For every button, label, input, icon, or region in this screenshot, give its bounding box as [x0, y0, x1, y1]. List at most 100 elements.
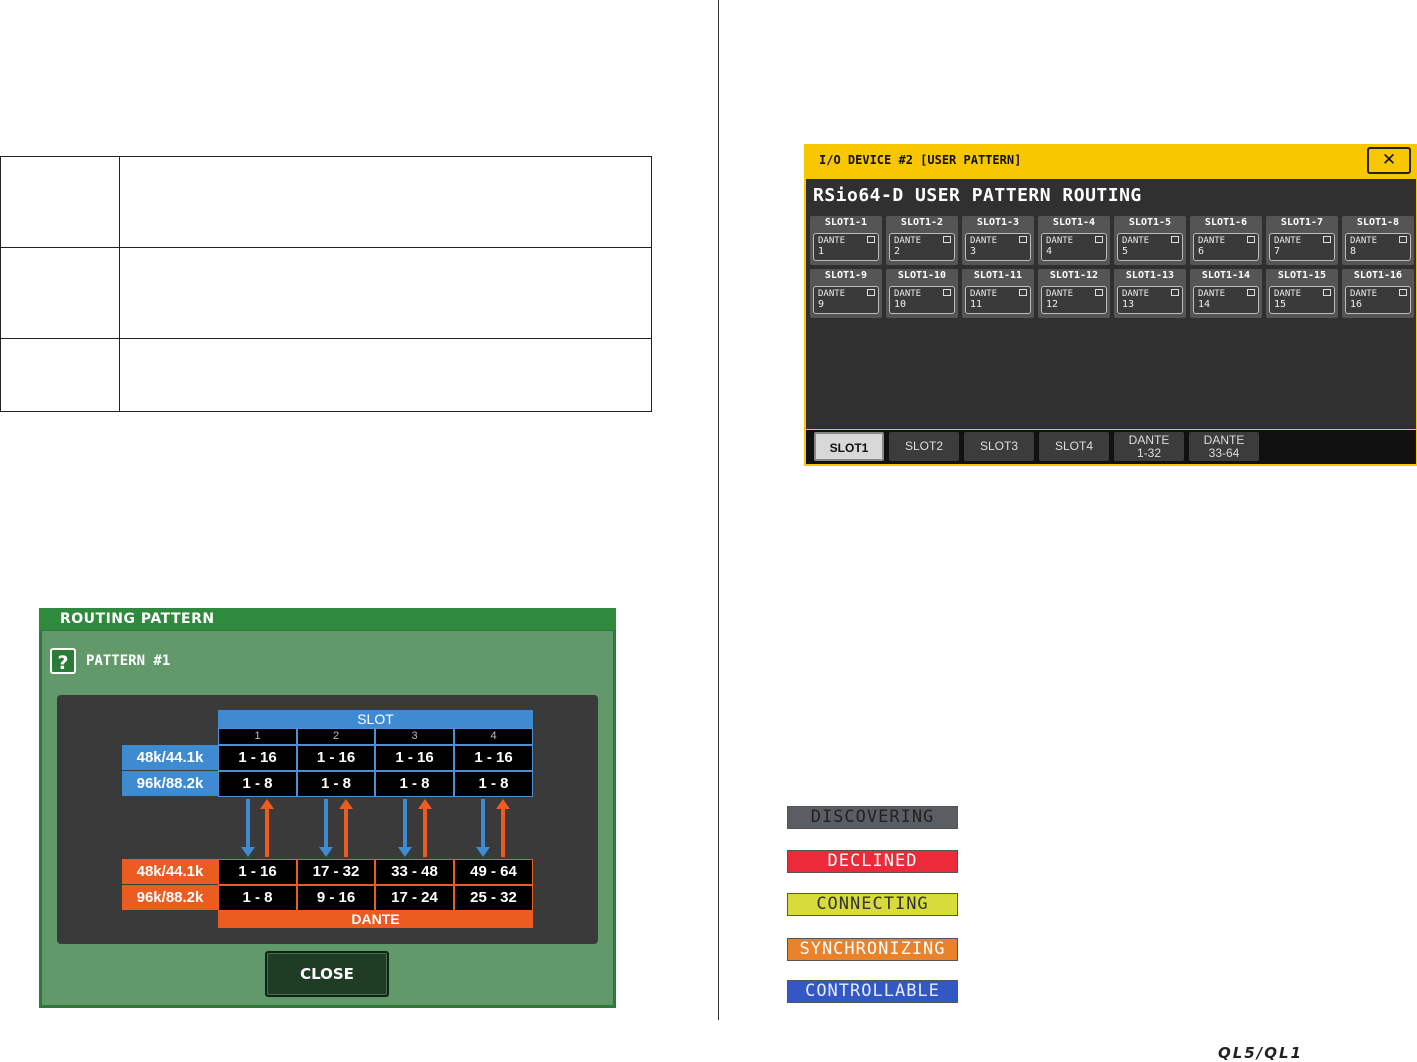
up-arrow-icon — [339, 799, 353, 857]
dante-channel-range: 17 - 24 — [375, 885, 454, 911]
dante-channel-number: 16 — [1350, 299, 1363, 310]
dante-channel-button[interactable]: DANTE 5 — [1117, 233, 1183, 261]
slot-cell: SLOT1-2 DANTE 2 — [886, 216, 958, 265]
dante-channel-number: 3 — [970, 246, 977, 257]
tab-label: SLOT4 — [1054, 439, 1093, 453]
dante-channel-button[interactable]: DANTE 9 — [813, 286, 879, 314]
page-divider — [718, 0, 719, 1020]
down-arrow-icon — [241, 799, 255, 857]
dante-label: DANTE — [1350, 236, 1378, 246]
dante-channel-button[interactable]: DANTE 8 — [1345, 233, 1411, 261]
slot-name: SLOT1-3 — [976, 217, 1020, 228]
dante-label: DANTE — [970, 236, 998, 246]
tab-label: DANTE 33-64 — [1189, 432, 1259, 460]
dante-channel-button[interactable]: DANTE 1 — [813, 233, 879, 261]
close-button[interactable]: CLOSE — [265, 951, 389, 997]
dante-label: DANTE — [1274, 236, 1302, 246]
dante-channel-number: 10 — [894, 299, 907, 310]
slot-name: SLOT1-15 — [1277, 270, 1327, 281]
dante-label: DANTE — [1046, 289, 1074, 299]
dante-label: DANTE — [1046, 236, 1074, 246]
dante-channel-button[interactable]: DANTE 14 — [1193, 286, 1259, 314]
slot-name: SLOT1-1 — [824, 217, 868, 228]
tab-dante-1-32[interactable]: DANTE 1-32 — [1114, 432, 1184, 461]
dante-channel-number: 2 — [894, 246, 901, 257]
dante-channel-number: 12 — [1046, 299, 1059, 310]
tab-dante-33-64[interactable]: DANTE 33-64 — [1189, 432, 1259, 461]
dante-channel-button[interactable]: DANTE 16 — [1345, 286, 1411, 314]
popup-window-icon — [1399, 236, 1407, 243]
io-device-window: I/O DEVICE #2 [USER PATTERN] ✕ RSio64-D … — [804, 144, 1417, 466]
slot-name: SLOT1-7 — [1280, 217, 1324, 228]
routing-grid: RSio64-D USER PATTERN ROUTING SLOT1-1 DAN… — [806, 179, 1416, 429]
dante-channel-button[interactable]: DANTE 12 — [1041, 286, 1107, 314]
dante-channel-button[interactable]: DANTE 15 — [1269, 286, 1335, 314]
popup-window-icon — [867, 236, 875, 243]
dante-channel-range: 1 - 16 — [218, 859, 297, 885]
down-arrow-icon — [398, 799, 412, 857]
slot-cell: SLOT1-10 DANTE 10 — [886, 269, 958, 318]
dante-channel-number: 11 — [970, 299, 983, 310]
slot-cell: SLOT1-12 DANTE 12 — [1038, 269, 1110, 318]
description-table — [0, 156, 652, 412]
up-arrow-icon — [496, 799, 510, 857]
sample-rate-label: 96k/88.2k — [122, 885, 218, 910]
slot-name: SLOT1-12 — [1049, 270, 1099, 281]
slot-cell: SLOT1-3 DANTE 3 — [962, 216, 1034, 265]
tab-bar: SLOT1 SLOT2 SLOT3 SLOT4 DANTE 1-32 DANTE 33-64 — [806, 430, 1416, 464]
table-row — [0, 247, 652, 339]
pattern-label: PATTERN #1 — [86, 653, 171, 669]
sample-rate-label: 48k/44.1k — [122, 859, 218, 884]
dante-channel-number: 5 — [1122, 246, 1129, 257]
dante-channel-range: 49 - 64 — [454, 859, 533, 885]
slot-name: SLOT1-8 — [1356, 217, 1400, 228]
slot-cell: SLOT1-13 DANTE 13 — [1114, 269, 1186, 318]
dante-channel-button[interactable]: DANTE 4 — [1041, 233, 1107, 261]
dante-channel-button[interactable]: DANTE 10 — [889, 286, 955, 314]
popup-window-icon — [1323, 289, 1331, 296]
dante-channel-button[interactable]: DANTE 11 — [965, 286, 1031, 314]
tab-slot3[interactable]: SLOT3 — [964, 432, 1034, 461]
slot-cell: SLOT1-5 DANTE 5 — [1114, 216, 1186, 265]
slot-cell: SLOT1-14 DANTE 14 — [1190, 269, 1262, 318]
dante-channel-button[interactable]: DANTE 3 — [965, 233, 1031, 261]
tab-slot1[interactable]: SLOT1 — [814, 432, 884, 461]
tab-label-line2: 33-64 — [1208, 446, 1240, 460]
popup-window-icon — [1095, 289, 1103, 296]
popup-window-icon — [1171, 236, 1179, 243]
up-arrow-icon — [260, 799, 274, 857]
popup-window-icon — [1095, 236, 1103, 243]
dante-label: DANTE — [1122, 236, 1150, 246]
dante-label: DANTE — [1122, 289, 1150, 299]
dante-channel-number: 14 — [1198, 299, 1211, 310]
slot-name: SLOT1-9 — [824, 270, 868, 281]
dante-channel-button[interactable]: DANTE 7 — [1269, 233, 1335, 261]
question-icon[interactable]: ? — [50, 648, 76, 674]
dante-label: DANTE — [1274, 289, 1302, 299]
dante-channel-number: 15 — [1274, 299, 1287, 310]
down-arrow-icon — [476, 799, 490, 857]
dante-channel-button[interactable]: DANTE 6 — [1193, 233, 1259, 261]
tab-slot2[interactable]: SLOT2 — [889, 432, 959, 461]
dante-channel-button[interactable]: DANTE 2 — [889, 233, 955, 261]
tab-slot4[interactable]: SLOT4 — [1039, 432, 1109, 461]
popup-window-icon — [1247, 289, 1255, 296]
dante-channel-range: 1 - 8 — [218, 885, 297, 911]
tab-label: SLOT2 — [904, 439, 943, 453]
popup-window-icon — [867, 289, 875, 296]
slot-cell: SLOT1-1 DANTE 1 — [810, 216, 882, 265]
slot-cell: SLOT1-6 DANTE 6 — [1190, 216, 1262, 265]
dante-label: DANTE — [894, 236, 922, 246]
dante-channel-number: 9 — [818, 299, 825, 310]
slot-cell: SLOT1-4 DANTE 4 — [1038, 216, 1110, 265]
dante-channel-number: 13 — [1122, 299, 1135, 310]
slot-cell: SLOT1-16 DANTE 16 — [1342, 269, 1414, 318]
dante-channel-button[interactable]: DANTE 13 — [1117, 286, 1183, 314]
close-icon[interactable]: ✕ — [1367, 147, 1411, 174]
dante-channel-number: 1 — [818, 246, 825, 257]
slot-name: SLOT1-5 — [1128, 217, 1172, 228]
popup-window-icon — [943, 236, 951, 243]
dante-label: DANTE — [970, 289, 998, 299]
tab-label: SLOT3 — [979, 439, 1018, 453]
dante-channel-number: 6 — [1198, 246, 1205, 257]
